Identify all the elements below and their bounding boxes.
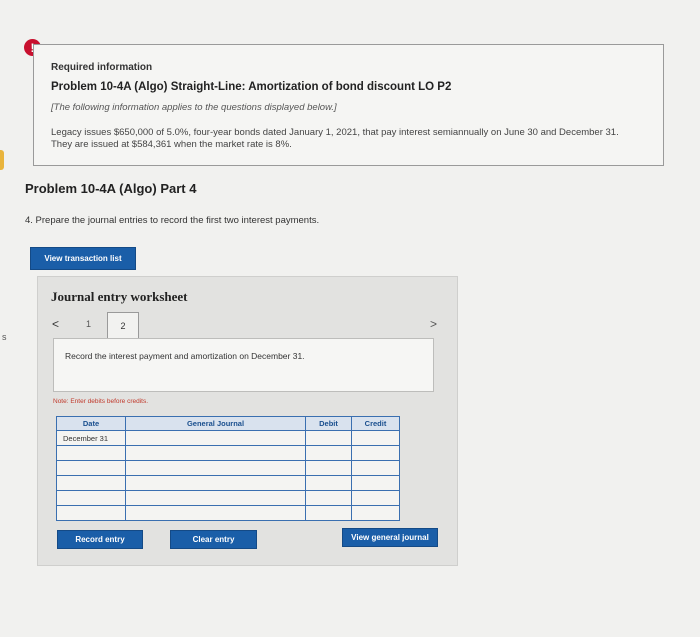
date-cell[interactable] xyxy=(56,460,126,476)
view-general-journal-button[interactable]: View general journal xyxy=(342,528,438,547)
table-row: December 31 xyxy=(56,430,400,446)
date-cell[interactable] xyxy=(56,505,126,521)
column-header-credit: Credit xyxy=(351,416,400,431)
question-text: 4. Prepare the journal entries to record… xyxy=(25,215,320,226)
date-cell[interactable] xyxy=(56,445,126,461)
account-cell[interactable] xyxy=(125,505,306,521)
applies-note: [The following information applies to th… xyxy=(51,102,337,113)
edge-letter: s xyxy=(2,332,7,342)
clear-entry-button[interactable]: Clear entry xyxy=(170,530,257,549)
left-edge-marker xyxy=(0,150,4,170)
account-cell[interactable] xyxy=(125,445,306,461)
debits-before-credits-note: Note: Enter debits before credits. xyxy=(53,398,149,405)
worksheet-title: Journal entry worksheet xyxy=(51,289,188,304)
table-header-row: Date General Journal Debit Credit xyxy=(56,416,400,431)
credit-cell[interactable] xyxy=(351,475,400,491)
table-row xyxy=(56,505,400,521)
table-row xyxy=(56,460,400,476)
credit-cell[interactable] xyxy=(351,445,400,461)
date-cell[interactable] xyxy=(56,490,126,506)
debit-cell[interactable] xyxy=(305,490,352,506)
credit-cell[interactable] xyxy=(351,505,400,521)
next-arrow-icon[interactable]: > xyxy=(430,317,437,331)
credit-cell[interactable] xyxy=(351,460,400,476)
account-cell[interactable] xyxy=(125,430,306,446)
credit-cell[interactable] xyxy=(351,430,400,446)
debit-cell[interactable] xyxy=(305,430,352,446)
debit-cell[interactable] xyxy=(305,475,352,491)
previous-arrow-icon[interactable]: < xyxy=(52,317,59,331)
debit-cell[interactable] xyxy=(305,505,352,521)
table-row xyxy=(56,475,400,491)
column-header-date: Date xyxy=(56,416,126,431)
account-cell[interactable] xyxy=(125,475,306,491)
date-cell[interactable]: December 31 xyxy=(56,430,126,446)
tab-1[interactable]: 1 xyxy=(86,319,91,329)
part-title: Problem 10-4A (Algo) Part 4 xyxy=(25,181,197,196)
account-cell[interactable] xyxy=(125,460,306,476)
journal-entry-worksheet: Journal entry worksheet < 1 2 > Record t… xyxy=(37,276,458,566)
problem-title: Problem 10-4A (Algo) Straight-Line: Amor… xyxy=(51,81,452,93)
instruction-box: Record the interest payment and amortiza… xyxy=(53,338,434,392)
table-row xyxy=(56,490,400,506)
date-cell[interactable] xyxy=(56,475,126,491)
journal-entry-table: Date General Journal Debit Credit Decemb… xyxy=(56,416,400,521)
account-cell[interactable] xyxy=(125,490,306,506)
debit-cell[interactable] xyxy=(305,460,352,476)
required-info-label: Required information xyxy=(51,62,153,73)
view-transaction-list-button[interactable]: View transaction list xyxy=(30,247,136,270)
record-entry-button[interactable]: Record entry xyxy=(57,530,143,549)
credit-cell[interactable] xyxy=(351,490,400,506)
table-row xyxy=(56,445,400,461)
instruction-text: Record the interest payment and amortiza… xyxy=(65,351,305,361)
debit-cell[interactable] xyxy=(305,445,352,461)
tab-2[interactable]: 2 xyxy=(107,312,139,338)
column-header-general-journal: General Journal xyxy=(125,416,306,431)
column-header-debit: Debit xyxy=(305,416,352,431)
problem-body-text: Legacy issues $650,000 of 5.0%, four-yea… xyxy=(51,127,619,150)
required-information-box: Required information Problem 10-4A (Algo… xyxy=(33,44,664,166)
